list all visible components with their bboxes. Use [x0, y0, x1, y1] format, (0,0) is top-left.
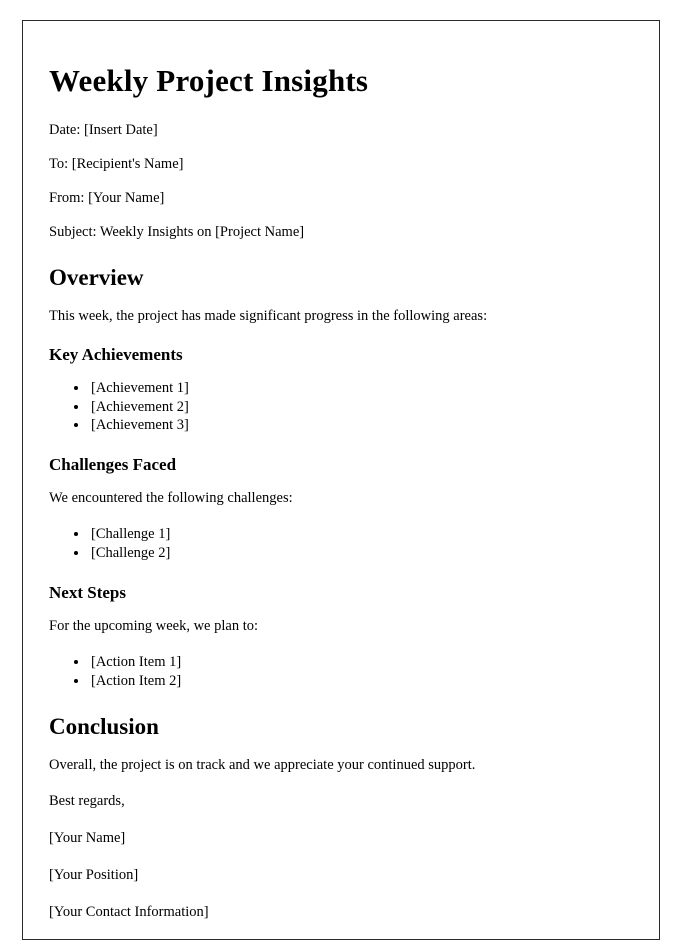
list-item: [Achievement 3] [89, 416, 633, 435]
document-body: Weekly Project Insights Date: [Insert Da… [23, 21, 659, 921]
closing-salutation: Best regards, [49, 792, 125, 809]
meta-date: Date: [Insert Date] [49, 121, 158, 138]
challenges-list: [Challenge 1] [Challenge 2] [49, 525, 633, 562]
list-item: [Achievement 1] [89, 379, 633, 398]
document-page: Weekly Project Insights Date: [Insert Da… [22, 20, 660, 940]
meta-subject: Subject: Weekly Insights on [Project Nam… [49, 224, 305, 241]
section-heading-overview: Overview [49, 265, 144, 291]
meta-recipient: To: [Recipient's Name] [49, 155, 184, 172]
subsection-heading-next-steps: Next Steps [49, 582, 126, 602]
list-item: [Challenge 2] [89, 544, 633, 563]
signature-contact: [Your Contact Information] [49, 904, 209, 921]
list-item: [Action Item 1] [89, 653, 633, 672]
subsection-heading-key-achievements: Key Achievements [49, 344, 183, 364]
section-heading-conclusion: Conclusion [49, 714, 159, 740]
conclusion-body-text: Overall, the project is on track and we … [49, 756, 476, 773]
signature-name: [Your Name] [49, 829, 126, 846]
meta-sender: From: [Your Name] [49, 189, 165, 206]
list-item: [Action Item 2] [89, 672, 633, 691]
overview-intro-text: This week, the project has made signific… [49, 307, 488, 324]
next-steps-intro-text: For the upcoming week, we plan to: [49, 617, 258, 634]
signature-block: Best regards, [Your Name] [Your Position… [49, 792, 633, 922]
page-title: Weekly Project Insights [49, 63, 369, 98]
list-item: [Challenge 1] [89, 525, 633, 544]
signature-position: [Your Position] [49, 867, 139, 884]
document-metadata: Date: [Insert Date] To: [Recipient's Nam… [49, 121, 633, 242]
next-steps-list: [Action Item 1] [Action Item 2] [49, 653, 633, 690]
challenges-intro-text: We encountered the following challenges: [49, 490, 293, 507]
achievements-list: [Achievement 1] [Achievement 2] [Achieve… [49, 379, 633, 435]
list-item: [Achievement 2] [89, 398, 633, 417]
subsection-heading-challenges-faced: Challenges Faced [49, 454, 177, 474]
